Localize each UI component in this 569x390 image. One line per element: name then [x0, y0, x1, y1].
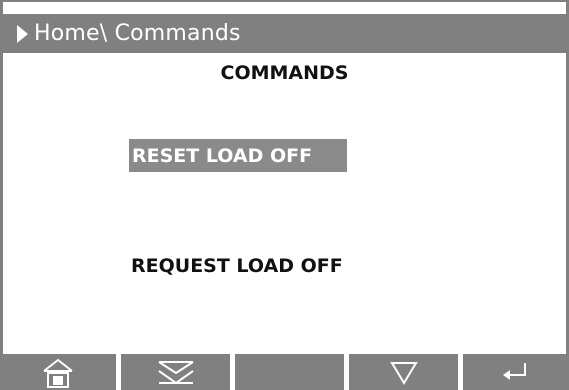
- frame-left: [0, 0, 3, 390]
- softkey-home[interactable]: [0, 354, 116, 390]
- breadcrumb-bar: Home\ Commands: [3, 14, 566, 53]
- header-top-band: [3, 2, 566, 14]
- page-title-wrap: COMMANDS: [0, 62, 569, 84]
- breadcrumb-arrow-icon: [17, 24, 28, 43]
- softkey-blank[interactable]: [235, 354, 344, 390]
- reset-load-off-command[interactable]: RESET LOAD OFF: [129, 139, 347, 172]
- softkey-down[interactable]: [349, 354, 458, 390]
- softkey-bar: [0, 354, 569, 390]
- breadcrumb: Home\ Commands: [34, 21, 241, 46]
- request-load-off-label: REQUEST LOAD OFF: [131, 255, 343, 277]
- reset-load-off-label: RESET LOAD OFF: [132, 144, 313, 167]
- softkey-page-down[interactable]: [121, 354, 230, 390]
- hmi-screen: Home\ Commands COMMANDS RESET LOAD OFF R…: [0, 0, 569, 390]
- triangle-down-icon: [389, 362, 418, 385]
- softkey-enter[interactable]: [463, 354, 569, 390]
- request-load-off-command[interactable]: REQUEST LOAD OFF: [131, 255, 343, 277]
- page-title: COMMANDS: [220, 62, 349, 84]
- enter-icon: [503, 363, 526, 380]
- double-chevron-down-icon: [157, 361, 194, 385]
- home-icon: [43, 358, 73, 388]
